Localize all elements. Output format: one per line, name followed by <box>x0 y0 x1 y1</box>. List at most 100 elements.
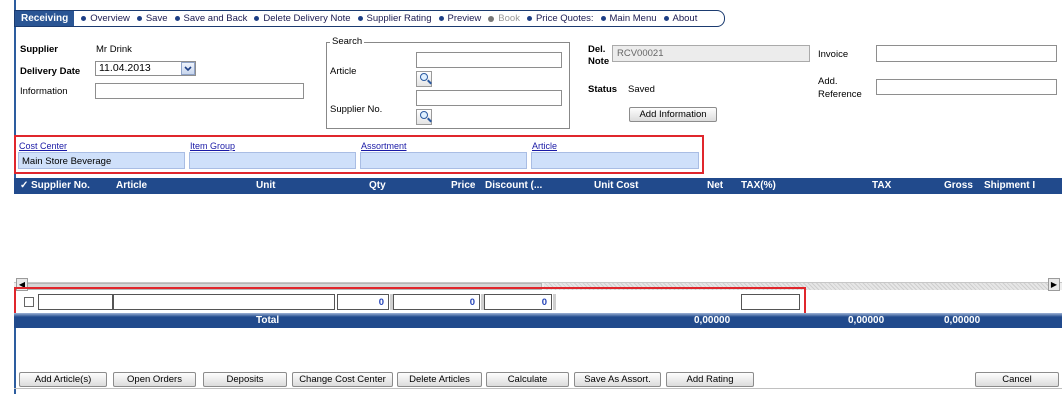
scroll-right-icon[interactable]: ▶ <box>1048 278 1060 291</box>
bullet-icon <box>663 16 669 21</box>
invoice-input[interactable] <box>876 45 1057 62</box>
chevron-down-icon <box>184 66 192 72</box>
grid-body <box>14 194 1062 282</box>
nav-price-quotes-label: Price Quotes: <box>535 13 594 24</box>
total-net: 0,00000 <box>694 315 731 326</box>
col-tax[interactable]: TAX <box>872 180 891 191</box>
cost-center-link[interactable]: Cost Center <box>19 141 67 151</box>
total-gross: 0,00000 <box>944 315 981 326</box>
nav-main-menu-label: Main Menu <box>609 13 657 24</box>
nav-overview-label: Overview <box>90 13 130 24</box>
total-bar-strip <box>14 313 1062 317</box>
nav-save-and-back-label: Save and Back <box>183 13 248 24</box>
bullet-icon <box>357 16 363 21</box>
nav-book-label: Book <box>498 13 520 24</box>
del-note-label-line2: Note <box>588 56 610 67</box>
nav-about-label: About <box>672 13 698 24</box>
delivery-date-value: 11.04.2013 <box>99 62 151 74</box>
assortment-link[interactable]: Assortment <box>361 141 407 151</box>
col-article[interactable]: Article <box>116 180 147 191</box>
nav-save-and-back[interactable]: Save and Back <box>174 13 248 24</box>
tab-receiving[interactable]: Receiving <box>15 11 75 26</box>
magnifier-icon <box>420 111 428 119</box>
col-qty[interactable]: Qty <box>369 180 386 191</box>
invoice-label: Invoice <box>818 49 849 60</box>
assortment-field[interactable] <box>360 152 527 169</box>
nav-book: Book <box>488 13 520 24</box>
col-tax-percent[interactable]: TAX(%) <box>741 180 776 191</box>
information-input[interactable] <box>95 83 304 99</box>
grid-header: ✓ Supplier No. Article Unit Qty Price Di… <box>14 178 1062 194</box>
bullet-icon <box>254 16 260 21</box>
col-gross[interactable]: Gross <box>944 180 973 191</box>
save-as-assort-button[interactable]: Save As Assort. <box>574 372 661 387</box>
search-article-input[interactable] <box>416 52 562 68</box>
col-unit-cost[interactable]: Unit Cost <box>594 180 638 191</box>
bullet-icon <box>174 16 180 21</box>
col-net[interactable]: Net <box>707 180 723 191</box>
del-note-field: RCV00021 <box>612 45 810 62</box>
nav-save[interactable]: Save <box>136 13 168 24</box>
deposits-button[interactable]: Deposits <box>203 372 287 387</box>
select-all-check[interactable]: ✓ <box>20 180 28 191</box>
search-supplier-no-input[interactable] <box>416 90 562 106</box>
nav-delete-delivery-note[interactable]: Delete Delivery Note <box>254 13 351 24</box>
calculate-button[interactable]: Calculate <box>486 372 569 387</box>
search-supplier-no-button[interactable] <box>416 109 432 125</box>
add-articles-button[interactable]: Add Article(s) <box>19 372 107 387</box>
filter-article-link[interactable]: Article <box>532 141 557 151</box>
date-dropdown-button[interactable] <box>181 62 195 75</box>
add-reference-input[interactable] <box>876 79 1057 95</box>
nav-preview[interactable]: Preview <box>438 13 482 24</box>
nav-save-label: Save <box>145 13 168 24</box>
entry-discount-input[interactable]: 0 <box>484 294 556 310</box>
bullet-icon <box>600 16 606 21</box>
delete-articles-button[interactable]: Delete Articles <box>397 372 482 387</box>
add-information-button[interactable]: Add Information <box>629 107 717 122</box>
nav-about[interactable]: About <box>663 13 698 24</box>
cost-center-value: Main Store Beverage <box>22 156 112 167</box>
change-cost-center-button[interactable]: Change Cost Center <box>292 372 393 387</box>
entry-price-input[interactable]: 0 <box>393 294 484 310</box>
item-group-link[interactable]: Item Group <box>190 141 235 151</box>
entry-tax-input[interactable] <box>741 294 800 310</box>
add-reference-label-line2: Reference <box>818 89 862 100</box>
supplier-value: Mr Drink <box>96 44 132 55</box>
col-shipment[interactable]: Shipment I <box>984 180 1035 191</box>
entry-row-checkbox[interactable] <box>24 297 34 307</box>
open-orders-button[interactable]: Open Orders <box>113 372 196 387</box>
filter-article-field[interactable] <box>531 152 699 169</box>
nav-delete-delivery-note-label: Delete Delivery Note <box>263 13 351 24</box>
nav-main-menu[interactable]: Main Menu <box>600 13 657 24</box>
nav-price-quotes[interactable]: Price Quotes: <box>526 13 594 24</box>
col-unit[interactable]: Unit <box>256 180 275 191</box>
entry-article-input[interactable] <box>113 294 335 310</box>
information-label: Information <box>20 86 68 97</box>
status-label: Status <box>588 84 618 95</box>
nav-supplier-rating-label: Supplier Rating <box>366 13 432 24</box>
entry-qty-input[interactable]: 0 <box>337 294 393 310</box>
bullet-icon <box>526 16 532 21</box>
nav-preview-label: Preview <box>447 13 482 24</box>
total-label: Total <box>256 315 280 326</box>
magnifier-icon <box>420 73 428 81</box>
col-supplier-no[interactable]: Supplier No. <box>31 180 90 191</box>
add-rating-button[interactable]: Add Rating <box>666 372 754 387</box>
total-bar: Total 0,00000 0,00000 0,00000 <box>14 313 1062 328</box>
nav-overview[interactable]: Overview <box>81 13 130 24</box>
bullet-icon <box>81 16 87 21</box>
cost-center-field[interactable]: Main Store Beverage <box>18 152 185 169</box>
search-article-button[interactable] <box>416 71 432 87</box>
col-price[interactable]: Price <box>451 180 475 191</box>
cancel-button[interactable]: Cancel <box>975 372 1059 387</box>
col-discount[interactable]: Discount (... <box>485 180 542 191</box>
item-group-field[interactable] <box>189 152 356 169</box>
search-group-title: Search <box>330 36 365 47</box>
search-article-label: Article <box>330 66 357 77</box>
top-navigation: Receiving Overview Save Save and Back De… <box>14 10 725 27</box>
search-supplier-no-label: Supplier No. <box>330 104 383 115</box>
nav-supplier-rating[interactable]: Supplier Rating <box>357 13 432 24</box>
entry-supplier-no-input[interactable] <box>38 294 113 310</box>
add-reference-label-line1: Add. <box>818 76 838 87</box>
supplier-label: Supplier <box>20 44 59 55</box>
